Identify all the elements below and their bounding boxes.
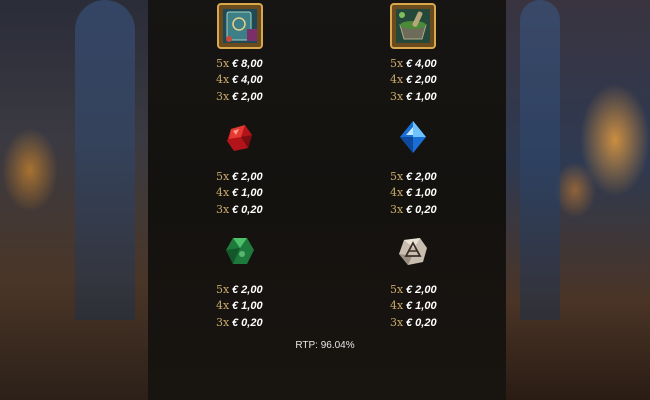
payout-amount: € 2,00	[406, 284, 437, 296]
mortar-pestle-icon	[390, 3, 436, 49]
green-gem-icon	[217, 228, 263, 274]
payout-amount: € 2,00	[232, 284, 263, 296]
payout-amount: € 1,00	[406, 300, 437, 312]
payout-amount: € 8,00	[232, 58, 263, 70]
payout-amount: € 2,00	[406, 74, 437, 86]
pay-row: 3x € 0,20	[390, 316, 437, 330]
pay-row: 4x € 1,00	[216, 299, 263, 313]
payout-amount: € 1,00	[406, 91, 437, 103]
red-gem-icon	[217, 115, 263, 161]
payout-amount: € 0,20	[406, 317, 437, 329]
payout-amount: € 1,00	[406, 187, 437, 199]
multiplier: 3x	[216, 90, 230, 103]
multiplier: 5x	[216, 283, 230, 296]
payout-amount: € 0,20	[406, 204, 437, 216]
spellbook-icon	[217, 3, 263, 49]
multiplier: 3x	[390, 203, 404, 216]
pay-row: 4x € 4,00	[216, 73, 263, 87]
multiplier: 5x	[390, 170, 404, 183]
pay-row: 3x € 2,00	[216, 90, 263, 104]
multiplier: 5x	[216, 57, 230, 70]
multiplier: 5x	[390, 283, 404, 296]
pay-row: 3x € 1,00	[390, 90, 437, 104]
payout-amount: € 2,00	[406, 171, 437, 183]
payout-amount: € 1,00	[232, 300, 263, 312]
rune-stone-icon	[390, 228, 436, 274]
payout-amount: € 0,20	[232, 317, 263, 329]
payout-amount: € 4,00	[232, 74, 263, 86]
pay-row: 4x € 1,00	[216, 186, 263, 200]
payout-amount: € 2,00	[232, 171, 263, 183]
pay-row: 5x € 2,00	[390, 170, 437, 184]
multiplier: 3x	[216, 316, 230, 329]
multiplier: 5x	[216, 170, 230, 183]
window-arch	[75, 0, 135, 320]
payout-amount: € 4,00	[406, 58, 437, 70]
pay-row: 5x € 4,00	[390, 57, 437, 71]
multiplier: 5x	[390, 57, 404, 70]
payout-amount: € 2,00	[232, 91, 263, 103]
blue-gem-icon	[390, 115, 436, 161]
multiplier: 4x	[216, 186, 230, 199]
multiplier: 3x	[390, 90, 404, 103]
window-arch	[520, 0, 560, 320]
pay-row: 3x € 0,20	[216, 316, 263, 330]
pay-row: 4x € 1,00	[390, 299, 437, 313]
payout-amount: € 1,00	[232, 187, 263, 199]
multiplier: 4x	[216, 73, 230, 86]
pay-row: 5x € 8,00	[216, 57, 263, 71]
multiplier: 4x	[390, 73, 404, 86]
multiplier: 3x	[216, 203, 230, 216]
multiplier: 4x	[390, 186, 404, 199]
multiplier: 4x	[216, 299, 230, 312]
pay-row: 3x € 0,20	[216, 203, 263, 217]
payout-amount: € 0,20	[232, 204, 263, 216]
multiplier: 4x	[390, 299, 404, 312]
pay-row: 5x € 2,00	[216, 283, 263, 297]
pay-row: 4x € 1,00	[390, 186, 437, 200]
rtp-label: RTP: 96.04%	[295, 340, 355, 351]
pay-row: 5x € 2,00	[216, 170, 263, 184]
multiplier: 3x	[390, 316, 404, 329]
pay-row: 4x € 2,00	[390, 73, 437, 87]
pay-row: 5x € 2,00	[390, 283, 437, 297]
pay-row: 3x € 0,20	[390, 203, 437, 217]
